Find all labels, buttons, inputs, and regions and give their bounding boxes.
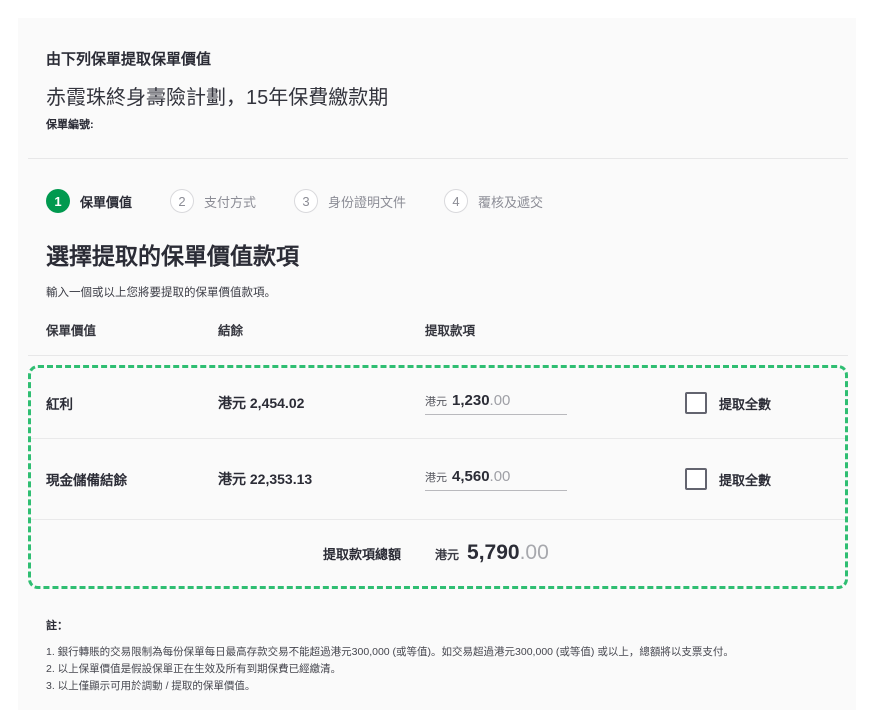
total-amount-decimal: .00 <box>520 541 549 565</box>
withdraw-all-control-cash-reserve[interactable]: 提取全數 <box>685 468 771 490</box>
page-subtitle: 由下列保單提取保單價值 <box>46 50 828 69</box>
column-header-balance: 結餘 <box>218 320 425 339</box>
table-row: 紅利 港元 2,454.02 港元 1,230 .00 提取全數 <box>31 368 845 438</box>
total-label: 提取款項總額 <box>323 544 401 563</box>
step-2-label: 支付方式 <box>204 192 256 211</box>
column-header-policy-value: 保單價值 <box>46 320 218 339</box>
withdrawal-selection-box: 紅利 港元 2,454.02 港元 1,230 .00 提取全數 現金儲備結餘 <box>28 365 848 589</box>
total-amount-integer: 5,790 <box>467 541 520 565</box>
balance-currency: 港元 <box>218 395 246 411</box>
withdrawal-amount-input-dividend[interactable]: 港元 1,230 .00 <box>425 392 567 415</box>
footnote: 1. 銀行轉賬的交易限制為每份保單每日最高存款交易不能超過港元300,000 (… <box>46 644 828 661</box>
row-balance-cash-reserve: 港元 22,353.13 <box>218 469 425 489</box>
policy-number-label: 保單編號: <box>46 119 828 132</box>
input-currency-prefix: 港元 <box>425 393 447 409</box>
input-amount-decimal: .00 <box>490 392 511 409</box>
step-identity-documents: 3 身份證明文件 <box>294 189 406 213</box>
withdraw-all-label: 提取全數 <box>719 470 771 489</box>
step-2-indicator: 2 <box>170 189 194 213</box>
step-3-label: 身份證明文件 <box>328 192 406 211</box>
section-subtitle: 輸入一個或以上您將要提取的保單價值款項。 <box>46 286 856 300</box>
balance-value: 22,353.13 <box>250 471 312 487</box>
input-amount-decimal: .00 <box>490 468 511 485</box>
balance-value: 2,454.02 <box>250 395 305 411</box>
footnotes: 註： 1. 銀行轉賬的交易限制為每份保單每日最高存款交易不能超過港元300,00… <box>46 619 828 695</box>
row-balance-dividend: 港元 2,454.02 <box>218 393 425 413</box>
row-input-cell: 港元 1,230 .00 <box>425 392 685 415</box>
withdrawal-amount-input-cash-reserve[interactable]: 港元 4,560 .00 <box>425 468 567 491</box>
column-header-withdrawal-amount: 提取款項 <box>425 320 685 339</box>
withdraw-all-label: 提取全數 <box>719 394 771 413</box>
table-header-divider <box>28 355 848 356</box>
balance-currency: 港元 <box>218 471 246 487</box>
total-amount: 港元 5,790 .00 <box>435 541 549 565</box>
progress-stepper: 1 保單價值 2 支付方式 3 身份證明文件 4 覆核及遞交 <box>46 189 856 213</box>
table-header-row: 保單價值 結餘 提取款項 <box>46 320 856 339</box>
step-4-label: 覆核及遞交 <box>478 192 543 211</box>
input-amount-integer: 4,560 <box>452 468 490 485</box>
input-amount-integer: 1,230 <box>452 392 490 409</box>
footnote: 2. 以上保單價值是假設保單正在生效及所有到期保費已經繳清。 <box>46 661 828 678</box>
total-currency: 港元 <box>435 546 459 563</box>
withdraw-all-checkbox[interactable] <box>685 392 707 414</box>
withdraw-all-checkbox[interactable] <box>685 468 707 490</box>
step-4-indicator: 4 <box>444 189 468 213</box>
header-divider <box>28 158 848 159</box>
page-header: 由下列保單提取保單價值 赤霞珠終身壽險計劃，15年保費繳款期 保單編號: <box>18 18 856 132</box>
footnotes-list: 1. 銀行轉賬的交易限制為每份保單每日最高存款交易不能超過港元300,000 (… <box>46 644 828 695</box>
product-title: 赤霞珠終身壽險計劃，15年保費繳款期 <box>46 85 828 111</box>
row-input-cell: 港元 4,560 .00 <box>425 468 685 491</box>
row-name-dividend: 紅利 <box>46 393 218 413</box>
footnote: 3. 以上僅顯示可用於調動 / 提取的保單價值。 <box>46 678 828 695</box>
row-name-cash-reserve: 現金儲備結餘 <box>46 469 218 489</box>
footnotes-title: 註： <box>46 619 828 633</box>
table-row: 現金儲備結餘 港元 22,353.13 港元 4,560 .00 提取全數 <box>31 439 845 519</box>
withdrawal-card: 由下列保單提取保單價值 赤霞珠終身壽險計劃，15年保費繳款期 保單編號: 1 保… <box>18 18 856 710</box>
total-row: 提取款項總額 港元 5,790 .00 <box>31 520 845 586</box>
withdraw-all-control-dividend[interactable]: 提取全數 <box>685 392 771 414</box>
step-1-indicator: 1 <box>46 189 70 213</box>
step-3-indicator: 3 <box>294 189 318 213</box>
section-title: 選擇提取的保單價值款項 <box>46 241 856 271</box>
step-1-label: 保單價值 <box>80 192 132 211</box>
step-policy-value: 1 保單價值 <box>46 189 132 213</box>
step-payment-method: 2 支付方式 <box>170 189 256 213</box>
step-review-submit: 4 覆核及遞交 <box>444 189 543 213</box>
input-currency-prefix: 港元 <box>425 469 447 485</box>
